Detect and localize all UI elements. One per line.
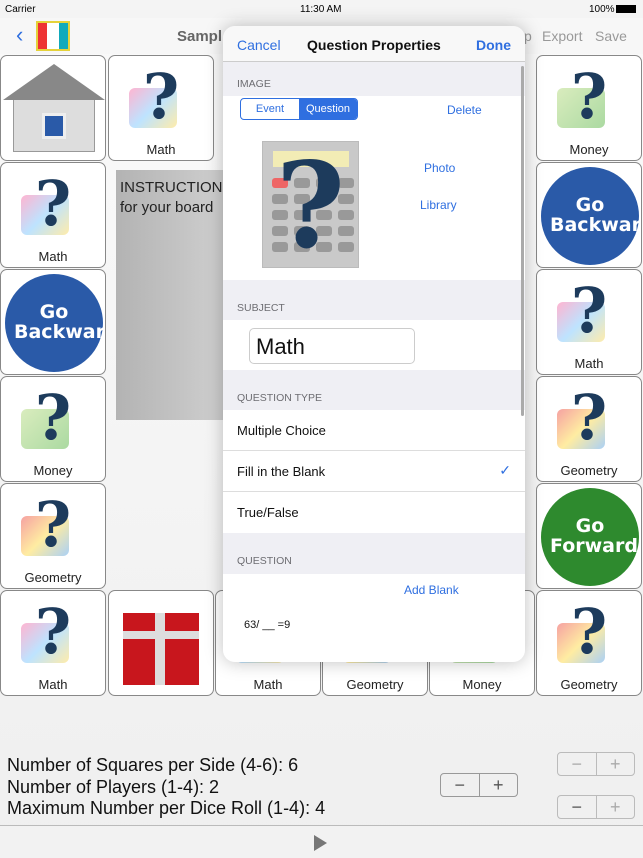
time: 11:30 AM [300,4,342,15]
players-stepper[interactable]: − + [440,773,518,797]
squares-stepper[interactable]: − + [557,752,635,776]
square-label: Go Backward [550,194,641,236]
square-label: Geometry [24,570,82,585]
decrement-button[interactable]: − [558,753,597,775]
square-label: Math [38,677,68,692]
qtype-fill-in-the-blank[interactable]: Fill in the Blank ✓ [223,451,525,492]
board-square[interactable]: ?Money [0,376,106,482]
board-square[interactable]: ?Math [0,162,106,268]
add-blank-button[interactable]: Add Blank [404,583,459,597]
square-label: Go Forward [550,515,638,557]
section-header-question-type: QUESTION TYPE [237,392,322,404]
photo-button[interactable]: Photo [424,161,455,175]
qtype-label: Fill in the Blank [237,464,326,479]
carrier: Carrier [5,4,36,15]
qtype-label: Multiple Choice [237,423,326,438]
square-label: Money [462,677,502,692]
section-header-question: QUESTION [237,555,292,567]
square-label: Geometry [560,463,618,478]
board-square[interactable]: ?Geometry [536,376,642,482]
board-square[interactable]: ?Math [0,590,106,696]
segment-event[interactable]: Event [241,99,299,119]
help-button[interactable]: p [524,28,532,44]
delete-button[interactable]: Delete [447,103,482,117]
library-button[interactable]: Library [420,198,457,212]
battery-level: 100% [589,4,615,15]
instructions-line: INSTRUCTION [120,179,223,196]
done-button[interactable]: Done [476,37,511,53]
square-label: Money [569,142,609,157]
calculator-question-image: ? [262,136,359,275]
dice-roll-label: Maximum Number per Dice Roll (1-4): 4 [7,798,326,818]
question-section: Add Blank 63/ __ =9 [223,574,525,662]
square-label: Geometry [346,677,404,692]
image-type-segmented-control[interactable]: Event Question [240,98,358,120]
export-button[interactable]: Export [542,28,582,44]
board-square[interactable]: ?Money [536,55,642,161]
cancel-button[interactable]: Cancel [237,37,281,53]
subject-section: Math [223,320,525,370]
popover-header: Cancel Question Properties Done [223,26,525,62]
squares-per-side-label: Number of Squares per Side (4-6): 6 [7,755,299,775]
decrement-button[interactable]: − [558,796,597,818]
popover-title: Question Properties [307,37,441,53]
qtype-label: True/False [237,505,299,520]
dice-roll-stepper[interactable]: − + [557,795,635,819]
square-label: Go Backward [14,301,105,343]
scrollbar[interactable] [521,66,524,416]
qtype-multiple-choice[interactable]: Multiple Choice [223,410,525,451]
image-section: Event Question Delete ? Photo Library [223,96,525,280]
square-label: Money [33,463,73,478]
increment-button[interactable]: + [480,774,518,796]
players-label: Number of Players (1-4): 2 [7,777,220,797]
square-label: Math [574,356,604,371]
square-label: Math [38,249,68,264]
decrement-button[interactable]: − [441,774,480,796]
increment-button[interactable]: + [597,753,635,775]
qtype-true-false[interactable]: True/False [223,492,525,533]
board-square[interactable]: ?Math [108,55,214,161]
board-square[interactable]: Go Backward [0,269,106,375]
increment-button[interactable]: + [597,796,635,818]
save-button[interactable]: Save [595,28,627,44]
gift-icon [123,613,199,685]
question-text[interactable]: 63/ __ =9 [244,619,290,631]
question-type-list: Multiple Choice Fill in the Blank ✓ True/… [223,410,525,533]
nav-title: Sampl [177,28,223,45]
board-square[interactable]: ?Geometry [536,590,642,696]
segment-question[interactable]: Question [299,99,357,119]
question-properties-popover: Cancel Question Properties Done IMAGE Ev… [223,26,525,662]
home-icon [13,96,95,152]
go-backward-icon: Go Backward [541,167,641,265]
square-label: Math [253,677,283,692]
status-bar: Carrier 11:30 AM 100% [0,0,643,18]
subject-input[interactable]: Math [249,328,415,364]
board-square[interactable]: ?Geometry [0,483,106,589]
instructions-panel[interactable]: INSTRUCTION for your board [116,170,224,420]
app-logo [36,21,70,51]
board-square[interactable]: ?Math [536,269,642,375]
board-square[interactable] [108,590,214,696]
board-square[interactable]: Go Forward [536,483,642,589]
section-header-image: IMAGE [237,78,271,90]
section-header-subject: SUBJECT [237,302,285,314]
board-square[interactable]: Go Backward [536,162,642,268]
board-square[interactable] [0,55,106,161]
square-label: Geometry [560,677,618,692]
go-backward-icon: Go Backward [5,274,105,372]
back-chevron-icon[interactable]: ‹ [16,22,23,48]
go-forward-icon: Go Forward [541,488,639,586]
square-label: Math [146,142,176,157]
checkmark-icon: ✓ [499,462,511,478]
play-icon[interactable] [314,835,327,851]
bottom-toolbar [0,825,643,858]
battery-icon [616,5,636,13]
instructions-line: for your board [120,199,214,216]
